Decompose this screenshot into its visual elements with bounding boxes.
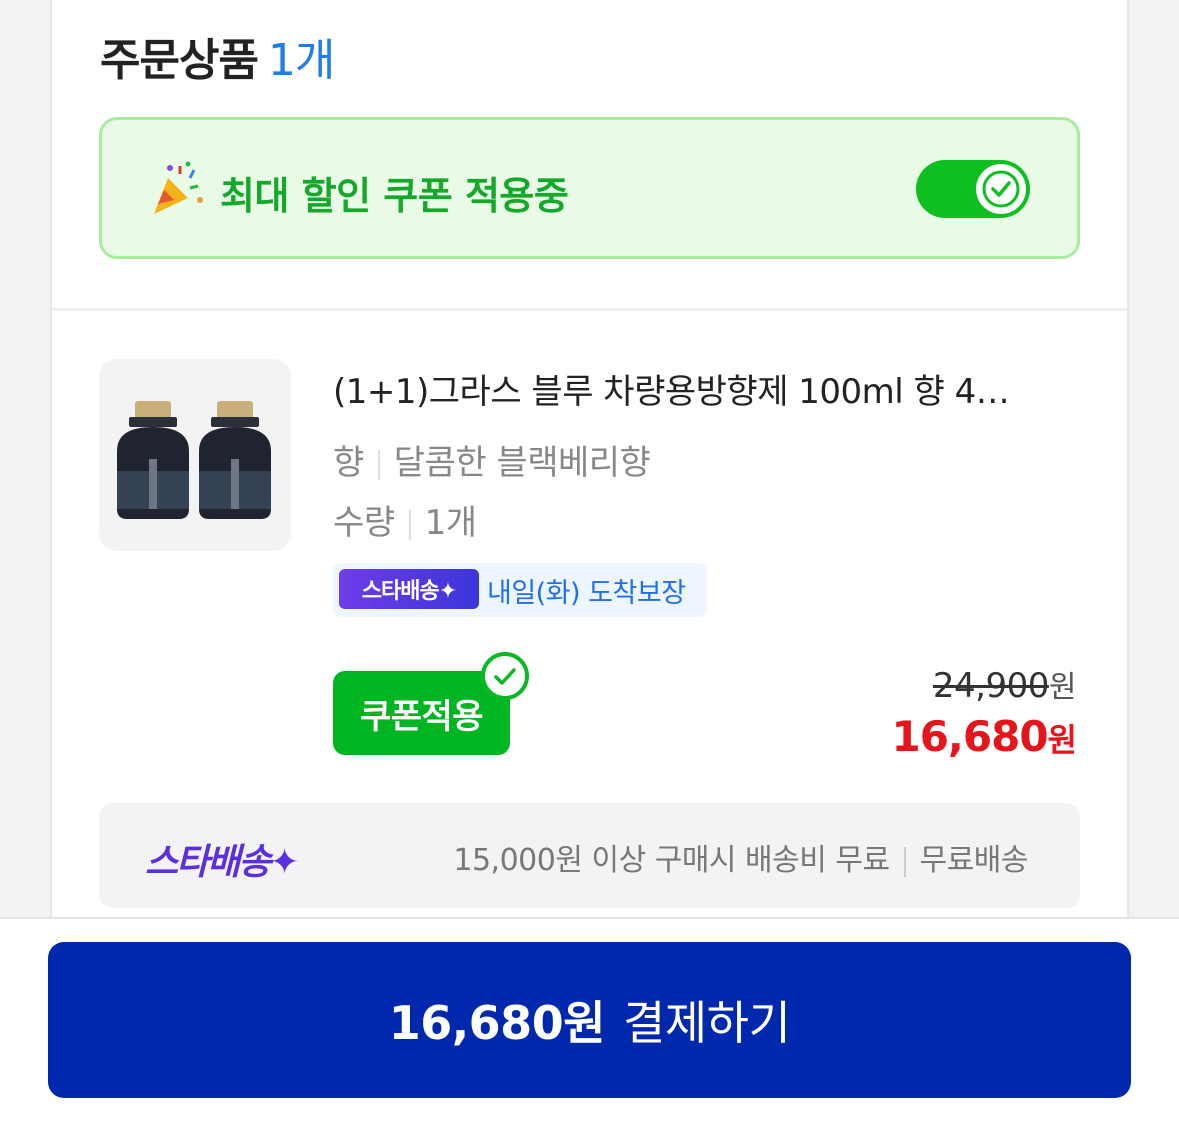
pay-amount: 16,680원 — [388, 996, 606, 1050]
section-divider — [52, 308, 1127, 311]
sale-price-value: 16,680 — [891, 712, 1048, 761]
original-price-value: 24,900 — [932, 666, 1049, 706]
currency-unit: 원 — [1047, 721, 1077, 759]
option-value: 1개 — [424, 503, 477, 543]
shipping-fee: 무료배송 — [919, 843, 1029, 878]
delivery-guarantee-text: 내일(화) 도착보장 — [487, 578, 686, 609]
coupon-banner: 최대 할인 쿠폰 적용중 — [99, 117, 1080, 259]
product-thumbnail[interactable] — [99, 359, 291, 551]
pay-button[interactable]: 16,680원 결제하기 — [48, 942, 1131, 1098]
coupon-banner-text: 최대 할인 쿠폰 적용중 — [220, 174, 569, 218]
option-quantity: 수량 1개 — [333, 495, 477, 544]
currency-unit: 원 — [1048, 670, 1077, 705]
product-image — [117, 401, 271, 519]
heading-title: 주문상품 — [100, 35, 259, 86]
toggle-knob — [976, 164, 1026, 214]
pay-label: 결제하기 — [623, 996, 791, 1050]
coupon-check-icon — [481, 652, 529, 700]
product-count: 1개 — [267, 35, 335, 86]
option-value: 달콤한 블랙베리향 — [393, 443, 651, 483]
shipping-info-box: 스타배송✦ 15,000원 이상 구매시 배송비 무료 무료배송 — [99, 803, 1080, 908]
star-delivery-logo: 스타배송✦ — [145, 842, 300, 883]
star-delivery-badge: 스타배송✦ — [339, 569, 479, 609]
check-icon — [982, 170, 1020, 208]
option-label: 수량 — [333, 503, 395, 543]
order-products-heading: 주문상품 1개 — [100, 24, 335, 88]
shipping-condition-text: 15,000원 이상 구매시 배송비 무료 — [453, 843, 890, 878]
separator — [377, 449, 380, 480]
option-scent: 향 달콤한 블랙베리향 — [333, 435, 651, 484]
product-title[interactable]: (1+1)그라스 블루 차량용방향제 100ml 향 4… — [333, 364, 1075, 413]
party-popper-icon — [154, 161, 203, 214]
coupon-toggle[interactable] — [916, 160, 1030, 218]
original-price: 24,900원 — [932, 662, 1077, 706]
delivery-guarantee-chip: 스타배송✦ 내일(화) 도착보장 — [333, 563, 707, 617]
shipping-condition: 15,000원 이상 구매시 배송비 무료 무료배송 — [453, 835, 1028, 879]
sale-price: 16,680원 — [891, 712, 1077, 761]
option-label: 향 — [333, 443, 364, 483]
separator — [903, 846, 906, 877]
separator — [408, 509, 411, 540]
